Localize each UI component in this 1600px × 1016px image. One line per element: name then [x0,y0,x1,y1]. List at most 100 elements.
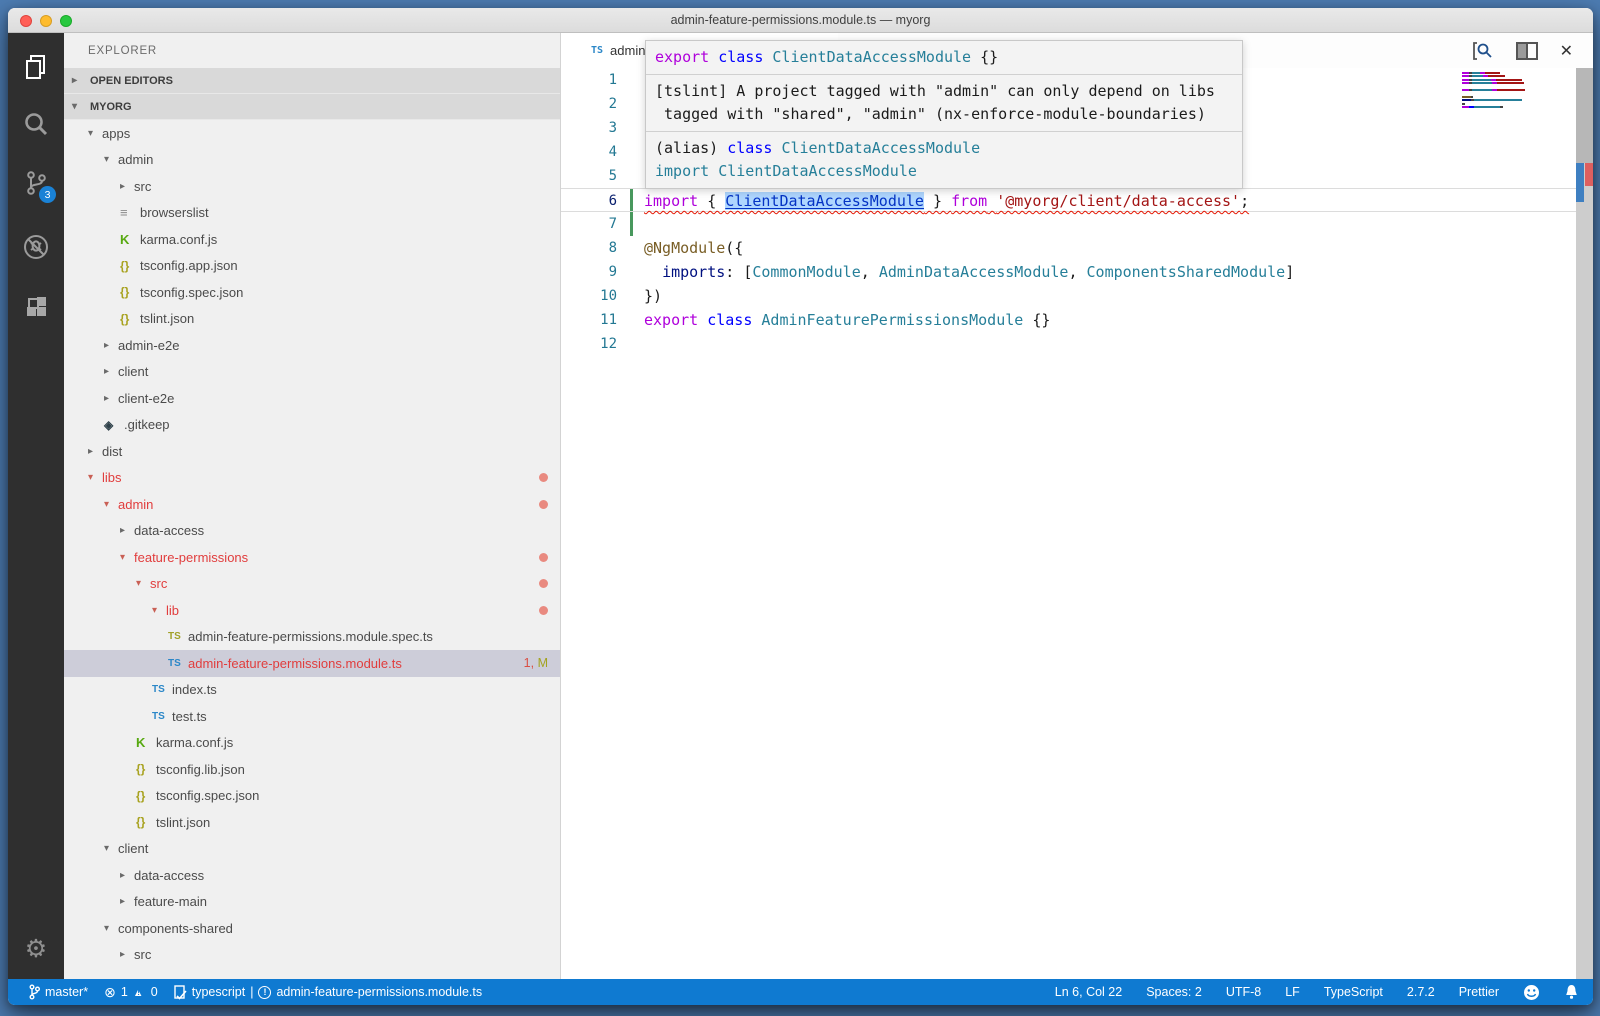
eol-status[interactable]: LF [1285,985,1300,999]
code-line[interactable]: 12 [561,332,1576,356]
tree-item[interactable]: ▾lib [64,597,560,624]
open-editors-header[interactable]: ▸ OPEN EDITORS [64,68,560,94]
tree-item[interactable]: ▾client [64,836,560,863]
overview-ruler[interactable] [1576,68,1593,979]
code-line[interactable]: 7 [561,212,1576,236]
tree-item[interactable]: ▸client-e2e [64,385,560,412]
tree-item[interactable]: {}tslint.json [64,809,560,836]
json-file-icon: {} [136,762,156,776]
extensions-tab-icon[interactable] [8,283,64,331]
tree-item[interactable]: ▸src [64,173,560,200]
tree-item[interactable]: ▸admin-e2e [64,332,560,359]
tree-item[interactable]: ▾admin [64,491,560,518]
ts-version-status[interactable]: 2.7.2 [1407,985,1435,999]
chevron-right-icon: ▸ [104,366,118,377]
editor-group: TS admin-feature-permissions.module.ts [561,33,1593,979]
tree-item[interactable]: ▾feature-permissions [64,544,560,571]
karma-file-icon: K [120,232,140,247]
feedback-smiley-button[interactable] [1523,984,1540,1001]
scrollbar-slider[interactable] [1576,68,1593,163]
explorer-tab-icon[interactable] [8,43,64,91]
tree-item-label: karma.conf.js [156,735,233,750]
tree-item[interactable]: TSadmin-feature-permissions.module.ts1, … [64,650,560,677]
code-line[interactable]: 9 imports: [CommonModule, AdminDataAcces… [561,260,1576,284]
zoom-window-button[interactable] [60,15,72,27]
problems-status[interactable]: ⊗ 1 ▲! 0 [104,984,158,1001]
git-branch-status[interactable]: master* [28,984,88,1000]
code-line[interactable]: 11export class AdminFeaturePermissionsMo… [561,308,1576,332]
code-area[interactable]: 1import { NgModule } from '@angular/core… [561,68,1576,979]
tree-item[interactable]: ▸dist [64,438,560,465]
typescript-file-icon: TS [591,45,603,56]
close-window-button[interactable] [20,15,32,27]
tree-item[interactable]: {}tsconfig.spec.json [64,783,560,810]
tree-item[interactable]: ▸data-access [64,518,560,545]
tree-item[interactable]: ▾libs [64,465,560,492]
traffic-lights [20,8,72,33]
ruler-info-mark [1576,163,1584,202]
tree-item[interactable]: {}tsconfig.lib.json [64,756,560,783]
open-preview-button[interactable] [1472,41,1494,61]
tree-item[interactable]: ▾admin [64,147,560,174]
tree-item[interactable]: ▾components-shared [64,915,560,942]
tree-item[interactable]: ▸data-access [64,862,560,889]
error-count: 1 [121,985,128,999]
tslint-status[interactable]: typescript | ! admin-feature-permissions… [174,985,482,1000]
activity-bar: 3 [8,33,64,979]
indentation-status[interactable]: Spaces: 2 [1146,985,1202,999]
status-file-name: admin-feature-permissions.module.ts [276,985,482,999]
tree-item-label: tsconfig.lib.json [156,762,245,777]
warning-icon: ▲! [133,985,146,999]
notifications-bell-button[interactable] [1564,984,1579,1000]
workspace-header[interactable]: ▾ MYORG [64,94,560,120]
separator: | [250,985,253,999]
code-line[interactable]: 8@NgModule({ [561,236,1576,260]
tree-item[interactable]: Kkarma.conf.js [64,730,560,757]
git-file-icon: ◈ [104,418,124,432]
chevron-right-icon: ▸ [104,340,118,351]
minimize-window-button[interactable] [40,15,52,27]
tree-item[interactable]: TStest.ts [64,703,560,730]
line-number: 6 [561,189,617,211]
code-line[interactable]: 6import { ClientDataAccessModule } from … [561,188,1576,212]
encoding-status[interactable]: UTF-8 [1226,985,1261,999]
tree-item[interactable]: ▾src [64,571,560,598]
tree-item[interactable]: TSindex.ts [64,677,560,704]
settings-button[interactable]: ⚙ [8,925,64,973]
tree-item[interactable]: TSadmin-feature-permissions.module.spec.… [64,624,560,651]
hover-tooltip: export class ClientDataAccessModule {}[t… [645,40,1243,189]
close-editor-button[interactable]: ✕ [1560,41,1573,61]
modified-line-indicator [630,212,633,236]
line-number: 11 [561,308,617,332]
minimap[interactable] [1462,72,1534,109]
tree-item[interactable]: ▸feature-main [64,889,560,916]
debug-tab-icon[interactable] [8,223,64,271]
tree-item[interactable]: {}tsconfig.spec.json [64,279,560,306]
tree-item[interactable]: {}tslint.json [64,306,560,333]
smiley-icon [1523,984,1540,1001]
cursor-position-status[interactable]: Ln 6, Col 22 [1055,985,1122,999]
tree-item-label: apps [102,126,130,141]
tree-item[interactable]: {}tsconfig.app.json [64,253,560,280]
search-tab-icon[interactable] [8,101,64,149]
tree-item[interactable]: ▾apps [64,120,560,147]
language-mode-status[interactable]: TypeScript [1324,985,1383,999]
prettier-status[interactable]: Prettier [1459,985,1499,999]
line-number: 2 [561,92,617,116]
tree-item[interactable]: ▸client [64,359,560,386]
bell-icon [1564,984,1579,1000]
window-title: admin-feature-permissions.module.ts — my… [671,13,931,27]
tree-item[interactable]: ▸src [64,942,560,969]
tree-item-label: dist [102,444,122,459]
source-control-tab-icon[interactable]: 3 [8,159,64,207]
code-line[interactable]: 10}) [561,284,1576,308]
split-editor-button[interactable] [1516,42,1538,60]
symbol-link[interactable]: ClientDataAccessModule [725,192,924,210]
line-number: 9 [561,260,617,284]
ruler-error-mark [1585,163,1593,186]
tree-item-label: tslint.json [140,311,194,326]
tree-item[interactable]: ≡browserslist [64,200,560,227]
tree-item[interactable]: ◈.gitkeep [64,412,560,439]
tree-item[interactable]: Kkarma.conf.js [64,226,560,253]
tree-item-label: client [118,364,148,379]
